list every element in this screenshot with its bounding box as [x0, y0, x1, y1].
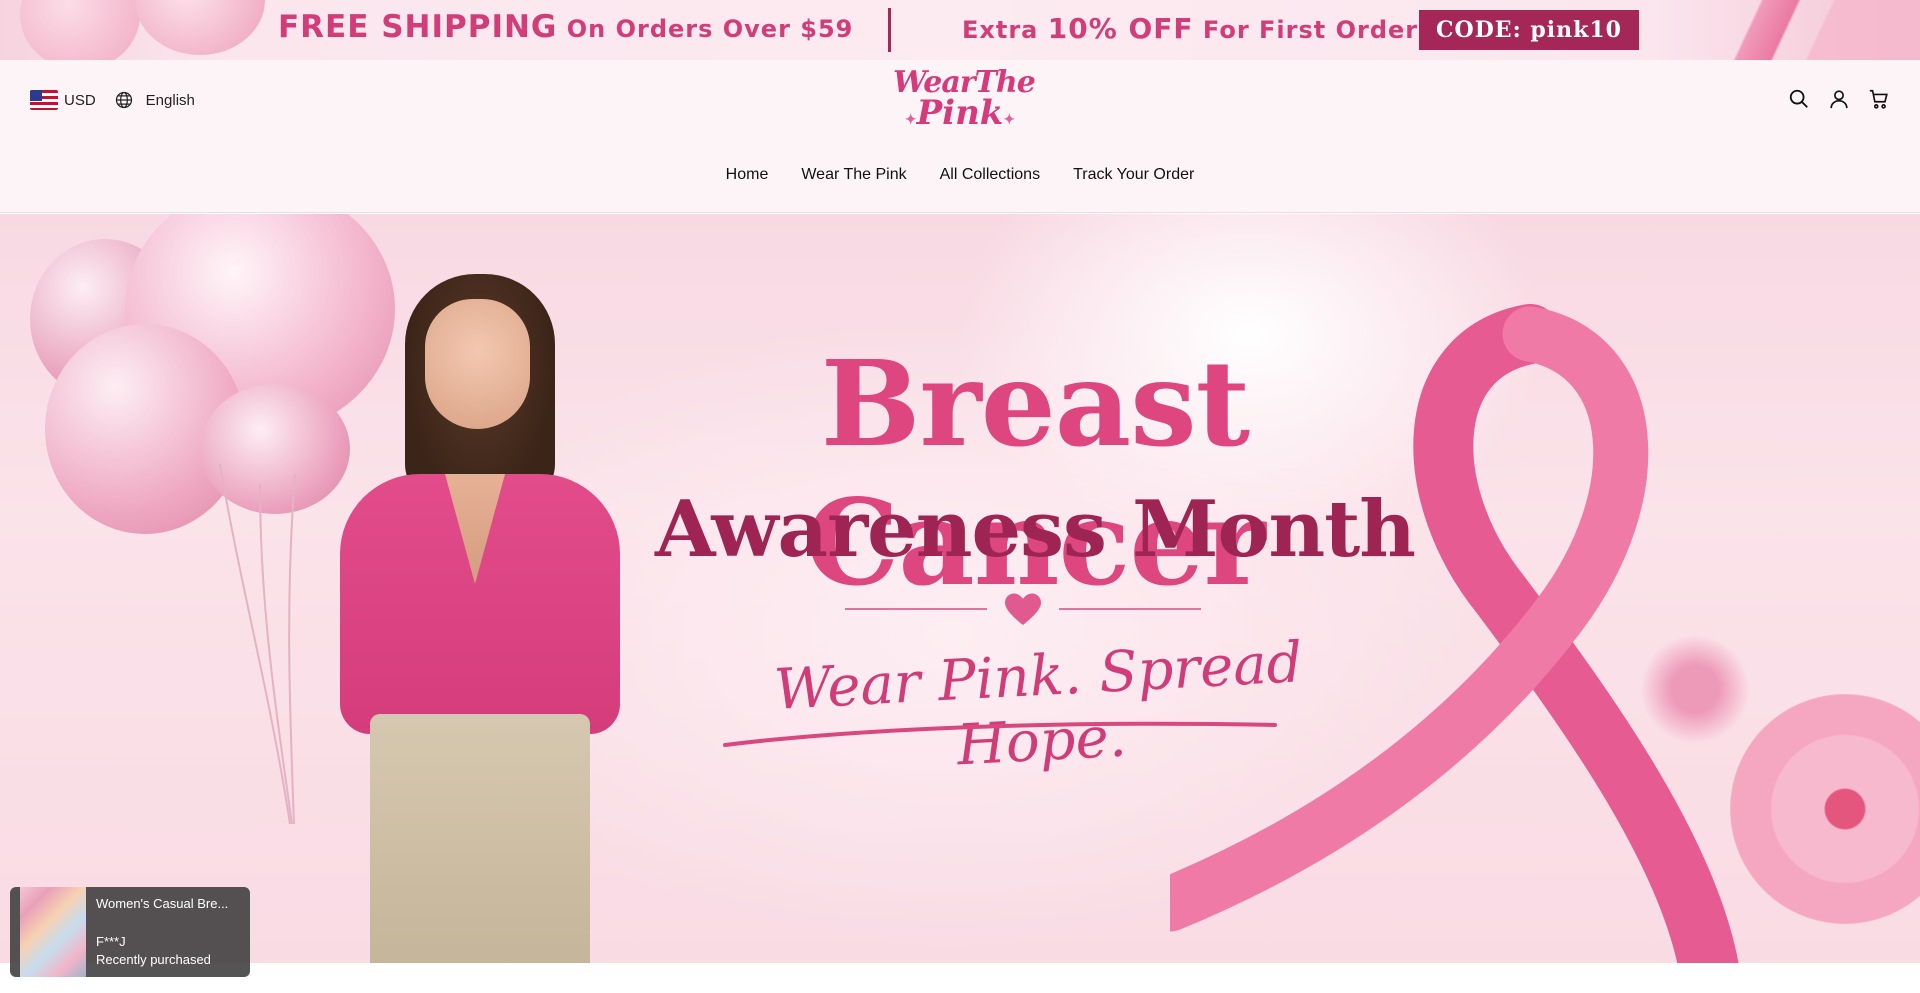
hero-divider [1059, 608, 1201, 610]
model-image [310, 274, 640, 963]
tagline-underline [723, 721, 1277, 747]
globe-icon[interactable] [114, 90, 134, 110]
popup-buyer: F***J [96, 934, 126, 949]
language-selector[interactable]: English [146, 92, 195, 109]
locale-selector: USD English [30, 90, 195, 110]
currency-selector[interactable]: USD [64, 92, 96, 109]
header-actions [1788, 88, 1890, 110]
hero-divider [845, 608, 987, 610]
announcement-divider [888, 8, 891, 52]
announcement-bar: FREE SHIPPING On Orders Over $59 Extra 1… [0, 0, 1920, 60]
heart-icon [1005, 593, 1041, 625]
user-icon[interactable] [1828, 88, 1850, 110]
ribbon-decoration [1660, 0, 1920, 60]
search-icon[interactable] [1788, 88, 1810, 110]
balloon-decoration [20, 0, 140, 60]
nav-track-order[interactable]: Track Your Order [1073, 166, 1194, 184]
flower-image [1640, 634, 1750, 744]
recent-purchase-popup[interactable]: Women's Casual Bre... F***J Recently pur… [10, 887, 250, 977]
popup-status: Recently purchased [96, 952, 211, 967]
nav-wear-the-pink[interactable]: Wear The Pink [801, 166, 906, 184]
hero-subtitle: Awareness Month [655, 484, 1416, 575]
balloon-strings [219, 464, 296, 824]
hero-banner[interactable]: Breast Cancer Awareness Month Wear Pink.… [0, 214, 1920, 963]
nav-all-collections[interactable]: All Collections [940, 166, 1040, 184]
discount-text: Extra 10% OFF For First Order [962, 12, 1419, 45]
balloon-decoration [135, 0, 265, 55]
site-logo[interactable]: WearThe ✦Pink✦ [893, 68, 1036, 136]
popup-product-name[interactable]: Women's Casual Bre... [96, 895, 236, 913]
main-navigation: Home Wear The Pink All Collections Track… [0, 166, 1920, 184]
us-flag-icon[interactable] [30, 90, 58, 110]
promo-code-badge[interactable]: CODE: pink10 [1419, 10, 1639, 50]
free-shipping-text: FREE SHIPPING On Orders Over $59 [278, 9, 854, 45]
cart-icon[interactable] [1868, 88, 1890, 110]
flower-image [1730, 694, 1920, 924]
nav-home[interactable]: Home [726, 166, 769, 184]
product-thumbnail[interactable] [20, 887, 86, 977]
site-header: USD English WearThe ✦Pink✦ Home Wear The… [0, 60, 1920, 213]
